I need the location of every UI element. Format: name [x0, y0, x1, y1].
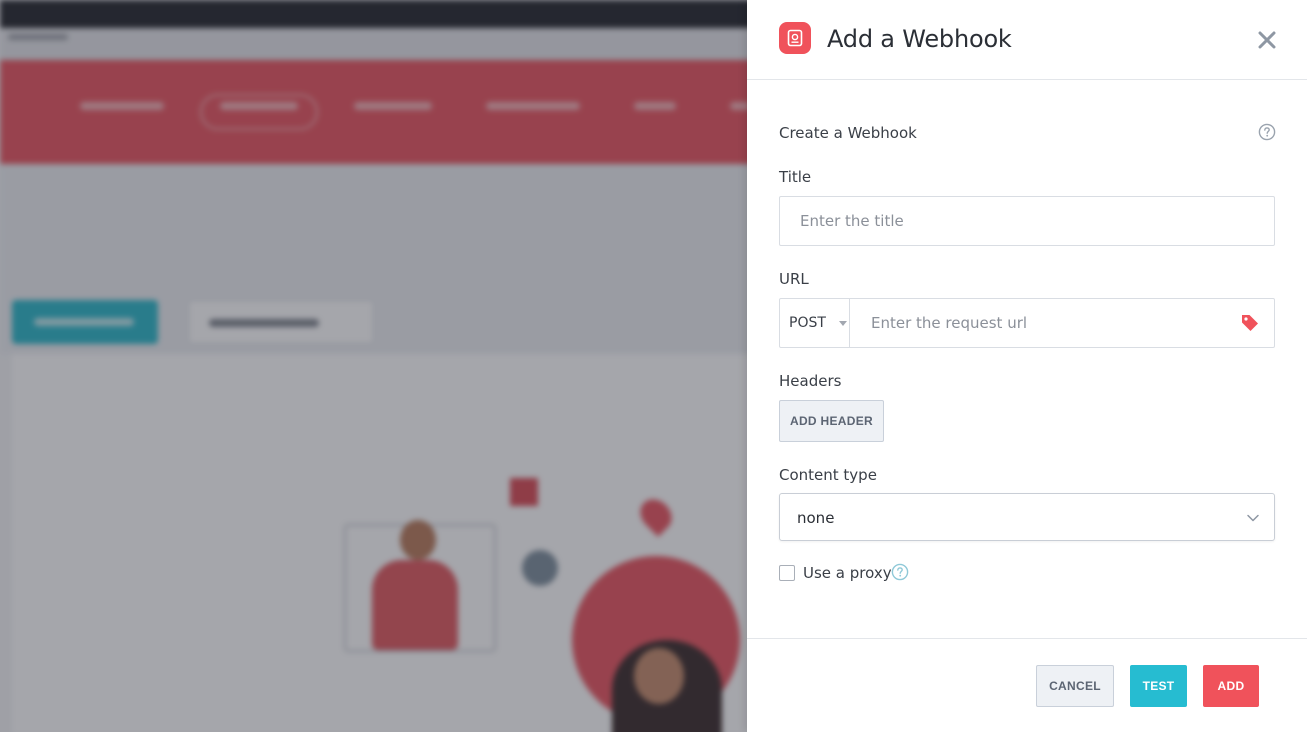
use-proxy-checkbox[interactable]	[779, 565, 795, 581]
tag-icon[interactable]	[1240, 314, 1260, 332]
add-webhook-panel: Add a Webhook Create a Webhook Title URL…	[747, 0, 1307, 732]
chevron-down-icon	[1247, 514, 1259, 522]
title-input[interactable]	[779, 196, 1275, 246]
content-type-select[interactable]: none	[779, 493, 1275, 541]
cancel-button[interactable]: CANCEL	[1036, 665, 1114, 707]
add-button[interactable]: ADD	[1203, 665, 1259, 707]
add-header-button[interactable]: ADD HEADER	[779, 400, 884, 442]
http-method-value: POST	[789, 315, 826, 331]
panel-header: Add a Webhook	[747, 0, 1307, 80]
url-input[interactable]	[851, 299, 1231, 347]
help-icon[interactable]	[1258, 123, 1276, 141]
proxy-help-icon[interactable]	[891, 563, 909, 581]
panel-title: Add a Webhook	[827, 25, 1012, 53]
headers-label: Headers	[779, 372, 842, 390]
use-proxy-label[interactable]: Use a proxy	[803, 564, 892, 582]
http-method-select[interactable]: POST	[780, 299, 850, 347]
caret-down-icon	[839, 321, 847, 326]
url-field-group: POST	[779, 298, 1275, 348]
test-button[interactable]: TEST	[1130, 665, 1187, 707]
url-label: URL	[779, 270, 809, 288]
section-label: Create a Webhook	[779, 124, 917, 142]
close-icon[interactable]	[1255, 28, 1279, 52]
content-type-value: none	[797, 509, 835, 527]
webhook-app-icon	[779, 22, 811, 54]
content-type-label: Content type	[779, 466, 877, 484]
title-label: Title	[779, 168, 812, 186]
panel-footer: CANCEL TEST ADD	[747, 638, 1307, 732]
